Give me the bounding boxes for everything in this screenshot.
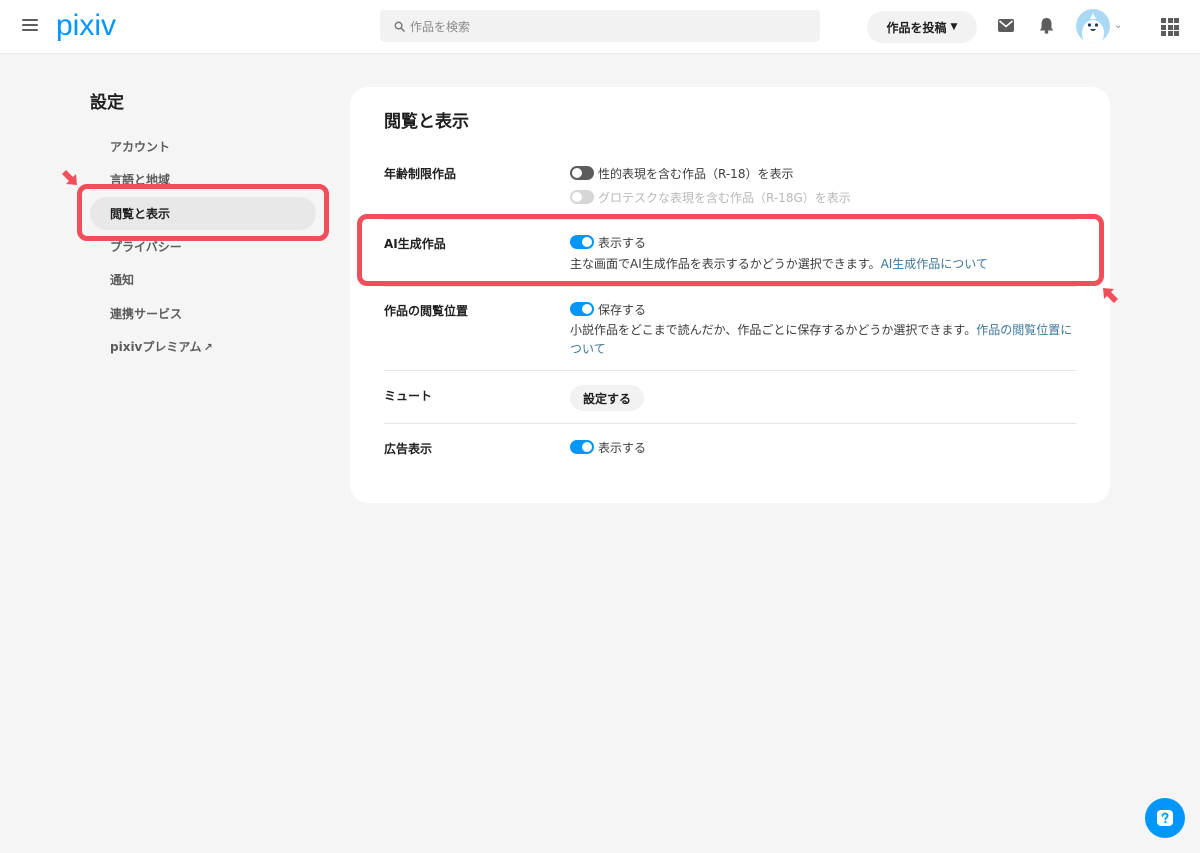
r18g-toggle [570, 190, 594, 204]
external-link-icon: ↗ [203, 341, 213, 354]
reading-position-toggle-label: 保存する [598, 302, 647, 317]
pixiv-logo[interactable]: pixiv [56, 8, 116, 44]
chevron-down-icon: ▼ [950, 22, 958, 32]
search-placeholder: 作品を検索 [410, 19, 471, 34]
highlight-box-ai-setting [357, 214, 1104, 286]
reading-position-toggle-row[interactable]: 保存する [570, 301, 646, 317]
highlight-box-sidebar [77, 184, 329, 241]
reading-position-description-text: 小説作品をどこまで読んだか、作品ごとに保存するかどうか選択できます。 [570, 323, 977, 337]
r18-toggle[interactable] [570, 166, 594, 180]
apps-grid-icon[interactable] [1161, 18, 1179, 36]
help-question-icon [1157, 810, 1173, 826]
annotation-arrow-icon [1103, 288, 1118, 303]
avatar-character-icon [1082, 13, 1104, 43]
mute-label: ミュート [384, 389, 433, 403]
r18-toggle-row[interactable]: 性的表現を含む作品（R-18）を表示 [570, 165, 793, 181]
ads-toggle-row[interactable]: 表示する [570, 439, 646, 455]
settings-card: 閲覧と表示 年齢制限作品 性的表現を含む作品（R-18）を表示 グロテスクな表現… [350, 87, 1110, 503]
ads-toggle[interactable] [570, 440, 594, 454]
ads-label: 広告表示 [384, 442, 433, 456]
post-work-button[interactable]: 作品を投稿 ▼ [867, 11, 977, 43]
search-icon [394, 21, 405, 32]
avatar-chevron-icon[interactable]: ⌄ [1114, 20, 1122, 31]
divider [384, 370, 1076, 371]
sidebar-item-account[interactable]: アカウント [110, 136, 170, 158]
r18g-toggle-label: グロテスクな表現を含む作品（R-18G）を表示 [598, 190, 851, 205]
mute-settings-button[interactable]: 設定する [570, 385, 644, 411]
divider [384, 423, 1076, 424]
top-header: pixiv 作品を検索 作品を投稿 ▼ ⌄ [0, 0, 1200, 54]
annotation-arrow-icon [62, 170, 77, 185]
page-title: 閲覧と表示 [384, 112, 469, 132]
divider [384, 286, 1076, 287]
sidebar-item-linked-services[interactable]: 連携サービス [110, 303, 182, 325]
mail-icon[interactable] [998, 19, 1014, 32]
r18g-toggle-row: グロテスクな表現を含む作品（R-18G）を表示 [570, 189, 851, 205]
avatar[interactable] [1076, 9, 1110, 43]
ads-toggle-label: 表示する [598, 440, 647, 455]
reading-position-description: 小説作品をどこまで読んだか、作品ごとに保存するかどうか選択できます。作品の閲覧位… [570, 321, 1080, 359]
search-input[interactable]: 作品を検索 [380, 10, 820, 42]
sidebar-title: 設定 [90, 93, 124, 113]
post-work-label: 作品を投稿 [886, 20, 947, 35]
sidebar-item-premium-label: pixivプレミアム [110, 340, 202, 354]
sidebar-item-premium[interactable]: pixivプレミアム ↗ [110, 336, 213, 358]
reading-position-toggle[interactable] [570, 302, 594, 316]
hamburger-menu-icon[interactable] [22, 19, 38, 33]
sidebar-item-notifications[interactable]: 通知 [110, 269, 134, 291]
reading-position-label: 作品の閲覧位置 [384, 304, 469, 318]
age-restricted-label: 年齢制限作品 [384, 167, 457, 181]
bell-icon[interactable] [1039, 17, 1054, 34]
r18-toggle-label: 性的表現を含む作品（R-18）を表示 [598, 166, 794, 181]
help-button[interactable] [1145, 798, 1185, 838]
